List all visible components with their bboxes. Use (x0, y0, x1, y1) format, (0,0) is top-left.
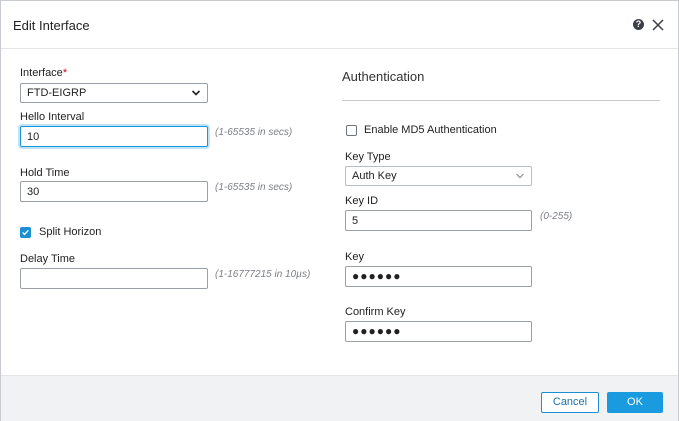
section-divider (342, 100, 660, 101)
key-input[interactable]: ●●●●●● (345, 266, 532, 287)
key-label: Key (345, 251, 364, 263)
help-icon[interactable]: ? (633, 19, 644, 30)
dialog-title: Edit Interface (13, 18, 90, 33)
chevron-down-icon (516, 173, 524, 179)
key-type-select-value: Auth Key (352, 170, 397, 182)
chevron-down-icon (191, 90, 201, 96)
interface-select-value: FTD-EIGRP (27, 87, 87, 99)
hold-time-input[interactable] (20, 181, 208, 202)
close-icon[interactable] (652, 19, 664, 31)
split-horizon-label: Split Horizon (39, 226, 102, 238)
hello-interval-hint: (1-65535 in secs) (215, 127, 293, 138)
interface-select[interactable]: FTD-EIGRP (20, 83, 208, 103)
key-id-hint: (0-255) (540, 211, 573, 222)
edit-interface-dialog: Edit Interface ? Interface* FTD-EIGRP He… (0, 0, 679, 421)
enable-md5-label: Enable MD5 Authentication (364, 124, 497, 136)
hello-interval-label: Hello Interval (20, 111, 85, 123)
confirm-key-input[interactable]: ●●●●●● (345, 321, 532, 342)
interface-label-text: Interface (20, 67, 63, 79)
authentication-section-title: Authentication (342, 69, 425, 84)
key-id-label: Key ID (345, 195, 379, 207)
key-type-select[interactable]: Auth Key (345, 166, 532, 186)
delay-time-input[interactable] (20, 268, 208, 289)
hold-time-hint: (1-65535 in secs) (215, 182, 293, 193)
split-horizon-checkbox[interactable] (20, 227, 31, 238)
required-mark: * (62, 67, 68, 79)
delay-time-hint: (1-16777215 in 10µs) (215, 269, 311, 280)
hello-interval-input[interactable] (20, 126, 208, 147)
dialog-footer: Cancel OK (1, 375, 678, 421)
interface-label: Interface* (20, 67, 67, 79)
dialog-header: Edit Interface ? (1, 1, 678, 49)
hold-time-label: Hold Time (20, 167, 70, 179)
key-type-label: Key Type (345, 151, 391, 163)
key-id-input[interactable] (345, 210, 532, 231)
check-icon (22, 229, 29, 236)
cancel-button[interactable]: Cancel (541, 392, 599, 413)
delay-time-label: Delay Time (20, 253, 76, 265)
confirm-key-label: Confirm Key (345, 306, 406, 318)
enable-md5-checkbox[interactable] (346, 125, 357, 136)
ok-button[interactable]: OK (607, 392, 663, 413)
